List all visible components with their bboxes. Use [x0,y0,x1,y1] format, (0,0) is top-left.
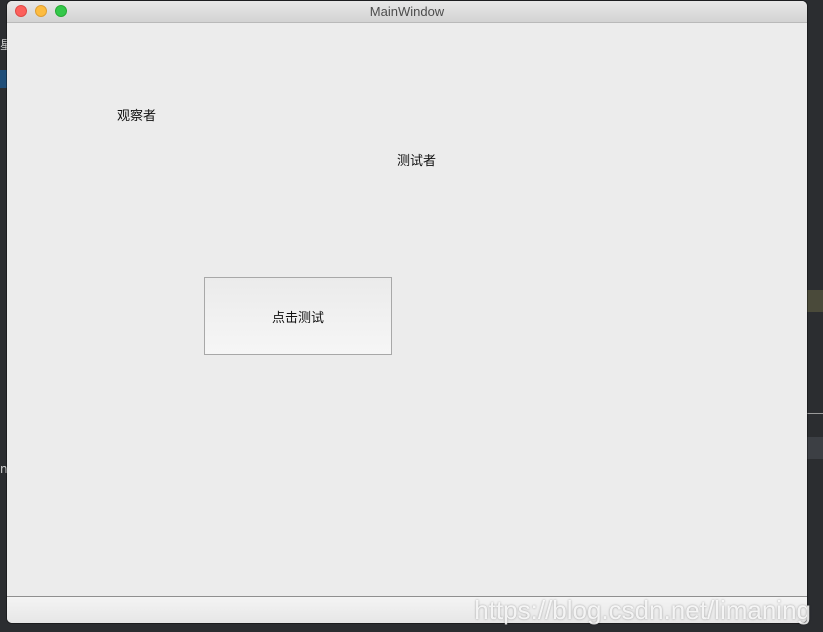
click-test-button[interactable]: 点击测试 [204,277,392,355]
window-title: MainWindow [369,4,445,19]
background-panel-strip-2 [806,437,823,459]
tester-label: 测试者 [397,154,437,169]
main-window: MainWindow 观察者 测试者 点击测试 [7,1,807,623]
background-panel-strip [806,290,823,312]
title-bar[interactable]: MainWindow [7,1,807,23]
observer-label: 观察者 [117,109,157,124]
watermark-text: https://blog.csdn.net/limaning [474,595,811,625]
background-divider [806,413,823,414]
